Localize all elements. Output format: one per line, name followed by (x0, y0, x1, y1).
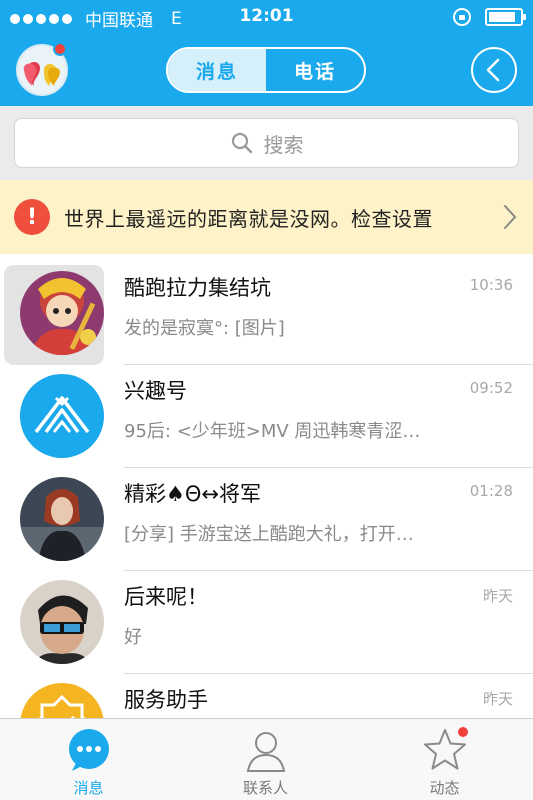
rotation-lock-icon (453, 8, 471, 26)
back-button[interactable] (471, 47, 517, 93)
conversation-name: 服务助手 (124, 688, 208, 712)
battery-icon (485, 8, 526, 26)
chat-bubble-icon (68, 729, 109, 771)
conversation-row[interactable]: 酷跑拉力集结坑 发的是寂寞°: [图片] 10:36 (0, 262, 533, 365)
conversation-name: 后来呢！ (124, 585, 208, 609)
chevron-left-icon (486, 58, 500, 82)
status-right (453, 8, 526, 26)
chevron-right-icon (504, 205, 517, 229)
nav-bar: 消息 电话 (0, 34, 533, 106)
conversation-name: 精彩♠Θ↔将军 (124, 482, 261, 506)
conversation-name: 兴趣号 (124, 379, 187, 403)
tab-feeds[interactable]: 动态 (356, 719, 533, 800)
service-badge-icon (38, 694, 86, 718)
tab-bar: 消息 联系人 动态 (0, 718, 533, 800)
conversation-time: 昨天 (482, 587, 513, 605)
conversation-time: 昨天 (482, 690, 513, 708)
status-bar: 中国联通 E 12:01 (0, 0, 533, 34)
tab-calls[interactable]: 电话 (266, 49, 364, 91)
conversation-time: 09:52 (469, 379, 513, 397)
tab-label: 消息 (73, 779, 104, 797)
avatar (20, 580, 104, 664)
avatar (20, 271, 104, 355)
network-warning-text: 世界上最遥远的距离就是没网。检查设置 (64, 206, 433, 231)
conversation-preview: 95后: <少年班>MV 周迅韩寒青涩… (124, 421, 421, 442)
conversation-preview: 发的是寂寞°: [图片] (124, 318, 285, 339)
contact-icon (246, 732, 285, 772)
conversation-preview: 好 (124, 627, 142, 648)
conversation-row[interactable]: 服务助手 昨天 (0, 674, 533, 718)
conversation-row[interactable]: 后来呢！ 好 昨天 (0, 571, 533, 674)
message-call-switch: 消息 电话 (166, 47, 366, 93)
conversation-list: 酷跑拉力集结坑 发的是寂寞°: [图片] 10:36 兴趣号 95后: <少年班… (0, 262, 533, 718)
alert-icon: ! (14, 199, 50, 235)
conversation-name: 酷跑拉力集结坑 (124, 276, 271, 300)
feeds-badge (456, 725, 470, 739)
conversation-row[interactable]: 兴趣号 95后: <少年班>MV 周迅韩寒青涩… 09:52 (0, 365, 533, 468)
conversation-time: 01:28 (469, 482, 513, 500)
tab-contacts[interactable]: 联系人 (177, 719, 354, 800)
conversation-row[interactable]: 精彩♠Θ↔将军 [分享] 手游宝送上酷跑大礼，打开… 01:28 (0, 468, 533, 571)
network-warning-banner[interactable]: ! 世界上最遥远的距离就是没网。检查设置 (0, 180, 533, 254)
search-icon (231, 132, 252, 154)
conversation-time: 10:36 (469, 276, 513, 294)
search-placeholder: 搜索 (263, 132, 304, 157)
conversation-preview: [分享] 手游宝送上酷跑大礼，打开… (124, 524, 414, 545)
my-avatar-badge (53, 42, 67, 56)
tent-logo-icon (34, 396, 90, 434)
app-screen: 中国联通 E 12:01 消息 电话 搜索 ! 世界上最遥远的距离就是没网。检查… (0, 0, 533, 800)
tab-messages[interactable]: 消息 (168, 49, 266, 91)
search-input[interactable]: 搜索 (14, 118, 519, 168)
battery-level (489, 12, 515, 22)
search-area: 搜索 (0, 106, 533, 180)
avatar (20, 374, 104, 458)
tab-label: 动态 (429, 779, 460, 797)
tab-label: 联系人 (242, 779, 288, 797)
avatar (20, 683, 104, 718)
avatar (20, 477, 104, 561)
tab-messages-bottom[interactable]: 消息 (0, 719, 177, 800)
